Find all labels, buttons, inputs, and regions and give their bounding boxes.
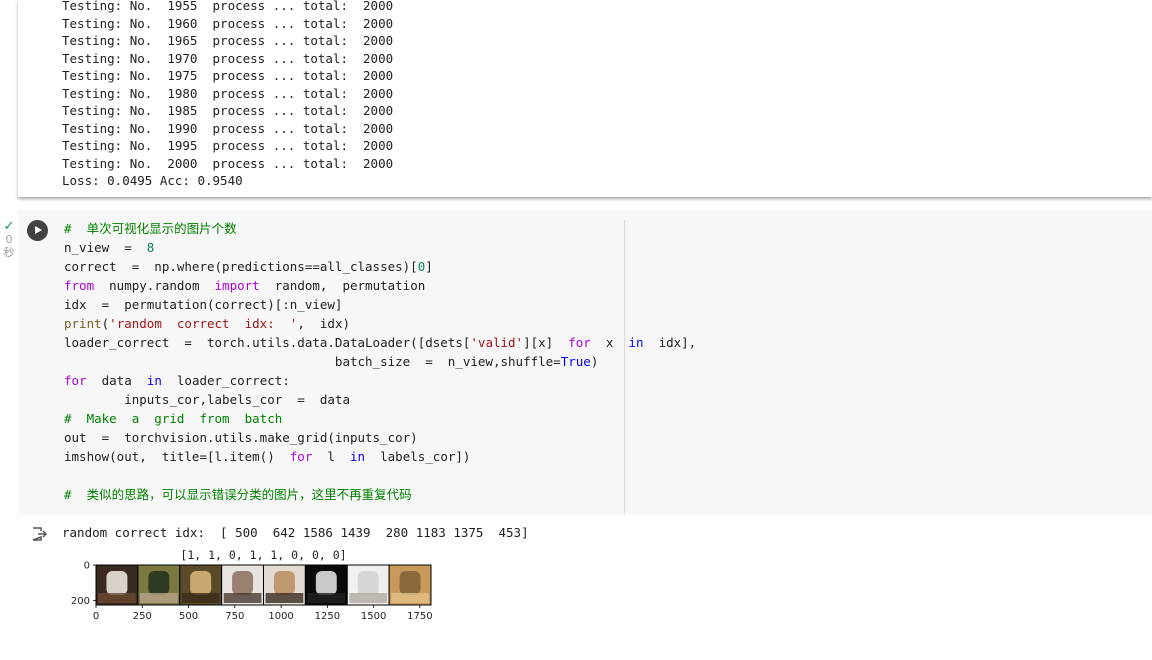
image-tile-ground (265, 593, 304, 603)
code-line[interactable]: inputs_cor,labels_cor = data (64, 390, 696, 409)
x-tick-label: 1000 (268, 611, 293, 622)
x-tick-label: 0 (93, 611, 99, 622)
image-tile-subject (190, 571, 212, 595)
image-tile-subject (399, 571, 421, 595)
image-tile-subject (232, 571, 254, 595)
y-tick-label: 0 (84, 561, 90, 572)
code-line[interactable]: # 单次可视化显示的图片个数 (64, 219, 696, 238)
x-tick-label: 750 (225, 611, 244, 622)
output-line: Testing: No. 1960 process ... total: 200… (62, 15, 394, 31)
cell-output-text: random correct idx: [ 500 642 1586 1439 … (62, 525, 529, 540)
code-line[interactable]: # Make a grid from batch (64, 409, 696, 428)
image-tile-subject (315, 571, 337, 595)
output-line: Testing: No. 1990 process ... total: 200… (62, 120, 394, 136)
execution-status: ✓ 0 秒 (0, 220, 18, 259)
image-tile-ground (98, 593, 136, 603)
previous-output-text: Testing: No. 1955 process ... total: 200… (62, 0, 393, 190)
image-tile-ground (349, 593, 388, 603)
run-cell-button[interactable] (27, 220, 48, 241)
image-tile-subject (106, 571, 128, 595)
image-tile-subject (357, 571, 379, 595)
code-line[interactable]: for data in loader_correct: (64, 371, 696, 390)
code-line[interactable]: idx = permutation(correct)[:n_view] (64, 295, 696, 314)
exec-time-unit: 秒 (3, 246, 15, 259)
output-line: Loss: 0.0495 Acc: 0.9540 (62, 173, 243, 188)
output-line: Testing: No. 1995 process ... total: 200… (62, 138, 394, 153)
code-line[interactable]: from numpy.random import random, permuta… (64, 276, 696, 295)
image-tile-ground (391, 593, 429, 603)
previous-output-area: Testing: No. 1955 process ... total: 200… (18, 0, 1152, 197)
code-line[interactable]: imshow(out, title=[l.item() for l in lab… (64, 447, 696, 466)
y-tick-label: 200 (71, 596, 90, 607)
image-tile-ground (139, 593, 178, 603)
code-line[interactable]: print('random correct idx: ', idx) (64, 314, 696, 333)
output-line: Testing: No. 1970 process ... total: 200… (62, 50, 394, 66)
image-tile-subject (273, 571, 295, 595)
exec-time-value: 0 (5, 233, 13, 246)
code-line[interactable]: loader_correct = torch.utils.data.DataLo… (64, 333, 696, 352)
code-editor[interactable]: # 单次可视化显示的图片个数 n_view = 8 correct = np.whe… (64, 219, 696, 504)
code-line[interactable] (64, 466, 696, 485)
code-line[interactable]: out = torchvision.utils.make_grid(inputs… (64, 428, 696, 447)
code-line[interactable]: batch_size = n_view,shuffle=True) (64, 352, 696, 371)
output-line: Testing: No. 1975 process ... total: 200… (62, 68, 394, 83)
image-tile-ground (307, 593, 346, 603)
plot-title: [1, 1, 0, 1, 1, 0, 0, 0] (180, 548, 346, 562)
x-tick-label: 1250 (315, 611, 340, 622)
output-line: Testing: No. 1965 process ... total: 200… (62, 33, 394, 48)
x-tick-label: 1750 (407, 611, 432, 622)
code-line[interactable]: n_view = 8 (64, 238, 696, 257)
output-line: Testing: No. 1985 process ... total: 200… (62, 103, 394, 118)
code-line[interactable]: # 类似的思路，可以显示错误分类的图片，这里不再重复代码 (64, 485, 696, 504)
image-grid-plot: [1, 1, 0, 1, 1, 0, 0, 0] 0 250 500 750 1000 12… (71, 548, 433, 622)
image-tile-subject (148, 571, 170, 595)
output-line: Testing: No. 1955 process ... total: 200… (62, 0, 394, 13)
image-tile-ground (223, 593, 262, 603)
output-redirect-icon[interactable] (31, 526, 47, 542)
x-tick-label: 1500 (361, 611, 386, 622)
image-tile-ground (181, 593, 220, 603)
checkmark-icon: ✓ (3, 219, 15, 234)
output-line: Testing: No. 2000 process ... total: 200… (62, 155, 394, 171)
x-tick-label: 250 (133, 611, 152, 622)
x-tick-label: 500 (179, 611, 198, 622)
output-line: Testing: No. 1980 process ... total: 200… (62, 85, 394, 101)
code-line[interactable]: correct = np.where(predictions==all_clas… (64, 257, 696, 276)
